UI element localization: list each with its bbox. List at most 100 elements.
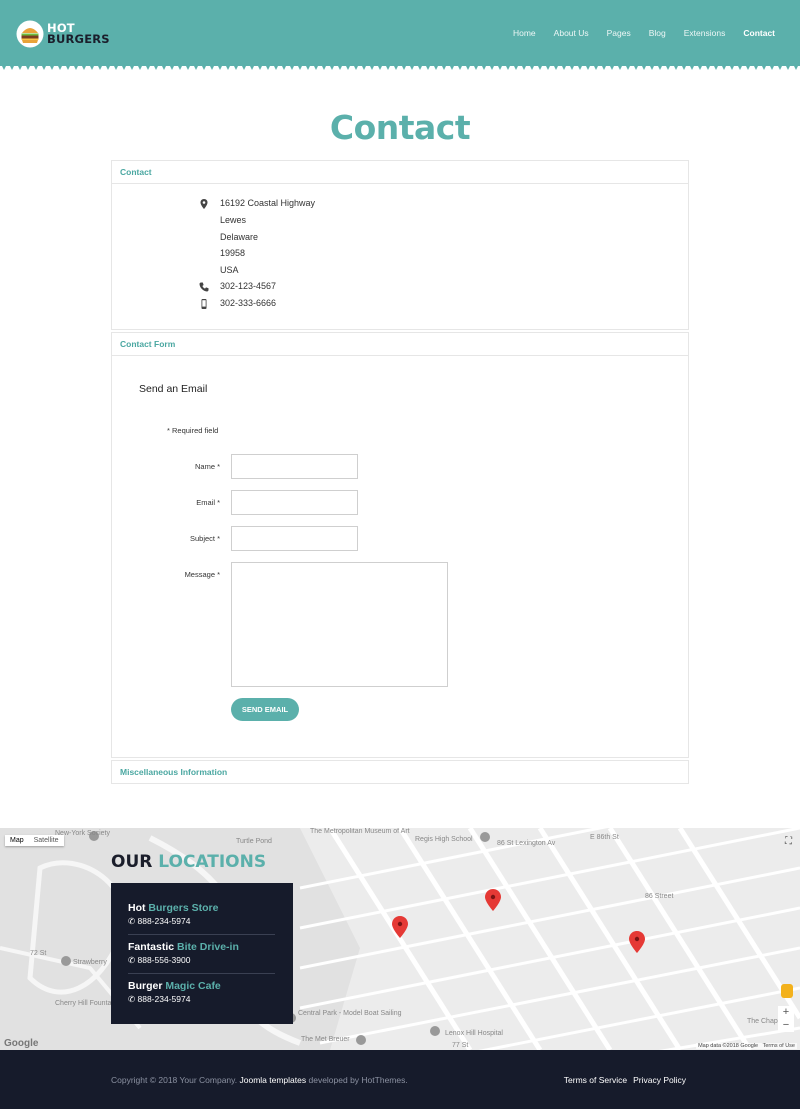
mobile-number: 302-333-6666 [220,298,277,308]
nav-home[interactable]: Home [513,28,536,38]
map-label-72st: 72 St [30,950,47,957]
location-divider [128,973,275,974]
locations-box: Hot Burgers Store ✆ 888-234-5974 Fantast… [111,883,293,1024]
map-type-satellite[interactable]: Satellite [29,835,64,846]
zoom-out-icon[interactable]: − [778,1019,794,1032]
map-data-attribution: Map data ©2018 Google [698,1043,759,1049]
name-label: Name * [194,462,220,471]
fullscreen-icon[interactable]: ⛶ [785,836,792,847]
map-terms-link[interactable]: Terms of Use [763,1043,795,1049]
joomla-templates-link[interactable]: Joomla templates [240,1075,307,1085]
location-name-b: Bite Drive-in [177,941,239,953]
brand-name: HOT BURGERS [47,22,110,46]
address-street: 16192 Coastal Highway [220,198,316,208]
required-note: * Required field [167,426,219,435]
brand-line2: BURGERS [47,32,110,46]
map-label-turtle-pond: Turtle Pond [236,838,272,845]
location-phone: ✆ 888-234-5974 [128,994,275,1005]
location-name: Fantastic Bite Drive-in [128,941,275,953]
name-input[interactable] [231,454,358,479]
contact-form-header[interactable]: Contact Form [112,333,688,356]
contact-form-panel: Contact Form Send an Email * Required fi… [111,332,689,758]
map-type-map[interactable]: Map [5,835,29,846]
nav-pages[interactable]: Pages [607,28,631,38]
location-name-a: Hot [128,902,149,914]
map-label-strawberry: Strawberry [73,959,107,966]
nav-about-us[interactable]: About Us [554,28,589,38]
location-item[interactable]: Hot Burgers Store ✆ 888-234-5974 [128,902,275,927]
map-label-lenox: Lenox Hill Hospital [445,1030,503,1037]
subject-input[interactable] [231,526,358,551]
contact-panel-header[interactable]: Contact [112,161,688,184]
map-label-met-breuer: The Met Breuer [301,1036,350,1043]
map-label-86-street: 86 Street [645,893,674,900]
google-logo: Google [4,1038,39,1049]
contact-panel: Contact 16192 Coastal Highway Lewes Dela… [111,160,689,330]
location-phone-number: 888-234-5974 [137,994,191,1004]
brand-logo[interactable]: HOT BURGERS [16,20,110,48]
phone-icon: ✆ [128,916,136,926]
site-footer: Copyright © 2018 Your Company. Joomla te… [0,1050,800,1109]
main-nav: Home About Us Pages Blog Extensions Cont… [495,28,775,38]
location-phone: ✆ 888-234-5974 [128,916,275,927]
phone-icon [199,282,209,292]
map-label-chap: The Chap [747,1018,778,1025]
location-divider [128,934,275,935]
form-title: Send an Email [139,383,208,395]
header-zigzag-edge [0,62,800,70]
address-zip: 19958 [220,248,246,258]
subject-label: Subject * [189,534,220,543]
locations-title: OUR LOCATIONS [111,852,266,872]
nav-blog[interactable]: Blog [649,28,666,38]
footer-links: Terms of Service Privacy Policy [558,1075,686,1085]
map-label-86st-lex: 86 St Lexington Av [497,840,556,847]
privacy-policy-link[interactable]: Privacy Policy [633,1075,686,1085]
map-label-e86: E 86th St [590,834,619,841]
page-title: Contact [329,108,471,147]
location-phone-number: 888-234-5974 [137,916,191,926]
locations-title-locations: LOCATIONS [158,852,267,872]
misc-info-panel: Miscellaneous Information [111,760,689,784]
location-phone-number: 888-556-3900 [137,955,191,965]
location-name: Hot Burgers Store [128,902,275,914]
send-email-button[interactable]: SEND EMAIL [231,698,299,721]
locations-title-our: OUR [111,852,159,872]
address-country: USA [220,265,239,275]
copyright-prefix: Copyright © 2018 Your Company. [111,1075,240,1085]
address-state: Delaware [220,232,259,242]
copyright-suffix: developed by HotThemes. [306,1075,408,1085]
location-name-b: Burgers Store [148,902,219,914]
location-item[interactable]: Fantastic Bite Drive-in ✆ 888-556-3900 [128,941,275,966]
map-label-met: The Metropolitan Museum of Art [310,828,410,835]
zoom-in-icon[interactable]: + [778,1006,794,1019]
pegman-icon[interactable] [781,984,793,998]
phone-number: 302-123-4567 [220,281,277,291]
phone-icon: ✆ [128,955,136,965]
location-name: Burger Magic Cafe [128,980,275,992]
map-label-regis: Regis High School [415,836,473,843]
email-label: Email * [196,498,220,507]
nav-contact[interactable]: Contact [743,28,775,38]
address-city: Lewes [220,215,247,225]
location-name-b: Magic Cafe [165,980,221,992]
map-label-model-boat: Central Park - Model Boat Sailing [298,1010,402,1017]
misc-info-header[interactable]: Miscellaneous Information [112,761,688,784]
phone-icon: ✆ [128,994,136,1004]
map-marker-icon [200,199,208,209]
email-input[interactable] [231,490,358,515]
burger-logo-icon [16,20,44,48]
site-header: HOT BURGERS Home About Us Pages Blog Ext… [0,0,800,66]
map-type-control: Map Satellite [5,835,64,846]
copyright-text: Copyright © 2018 Your Company. Joomla te… [111,1075,408,1085]
zoom-control: + − [778,1006,794,1032]
message-textarea[interactable] [231,562,448,687]
map-attribution: Map data ©2018 Google Terms of Use [696,1043,797,1049]
mobile-icon [201,299,207,309]
message-label: Message * [184,570,220,579]
location-name-a: Fantastic [128,941,178,953]
terms-of-service-link[interactable]: Terms of Service [564,1075,627,1085]
locations-map[interactable]: The Metropolitan Museum of Art Regis Hig… [0,828,800,1050]
location-name-a: Burger [128,980,166,992]
location-item[interactable]: Burger Magic Cafe ✆ 888-234-5974 [128,980,275,1005]
nav-extensions[interactable]: Extensions [684,28,726,38]
